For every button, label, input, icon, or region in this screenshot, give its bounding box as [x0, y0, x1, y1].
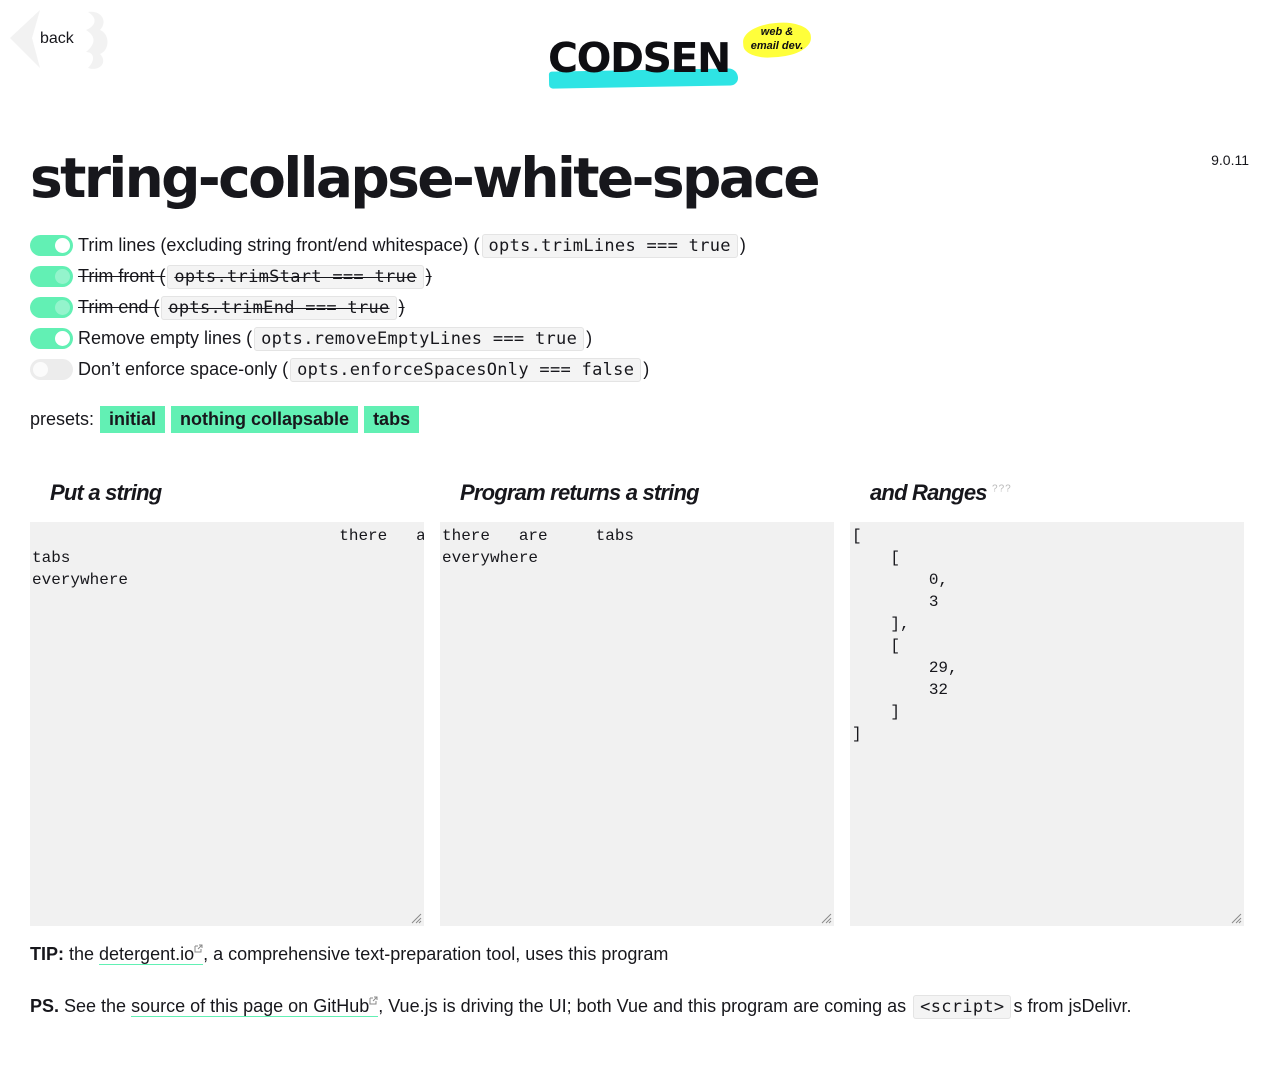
ps-text-post: s from jsDelivr. [1013, 996, 1132, 1016]
option-code: opts.removeEmptyLines === true [254, 326, 585, 351]
ranges-value: [ [ 0, 3 ], [ 29, 32 ] ] [852, 527, 958, 743]
toggle-knob [33, 362, 48, 377]
option-trim-lines: Trim lines (excluding string front/end w… [30, 230, 746, 261]
option-suffix: ) [398, 297, 405, 317]
option-label: Don’t enforce space-only ( [78, 359, 289, 379]
option-trim-end: Trim end (opts.trimEnd === true) [30, 292, 746, 323]
external-link-icon [194, 944, 203, 953]
resize-handle-icon[interactable] [821, 913, 832, 924]
ps-paragraph: PS. See the source of this page on GitHu… [30, 995, 1132, 1019]
script-code: <script> [913, 995, 1012, 1019]
input-column-title: Put a string [50, 480, 162, 505]
ranges-textarea[interactable]: [ [ 0, 3 ], [ 29, 32 ] ] [850, 522, 1244, 926]
page-title: string-collapse-white-space [30, 146, 821, 210]
option-enforce-spaces-only: Don’t enforce space-only (opts.enforceSp… [30, 354, 746, 385]
option-label: Trim front ( [78, 266, 166, 286]
input-textarea[interactable]: there are tabs everywhere [30, 522, 424, 926]
option-suffix: ) [643, 359, 650, 379]
github-source-link[interactable]: source of this page on GitHub [131, 996, 379, 1017]
logo-badge-text: web & email dev. [743, 25, 811, 53]
output-textarea[interactable]: there are tabs everywhere [440, 522, 834, 926]
logo-badge-line2: email dev. [750, 40, 804, 52]
preset-tabs-button[interactable]: tabs [364, 406, 420, 433]
enforce-spaces-only-toggle[interactable] [30, 359, 73, 380]
option-suffix: ) [425, 266, 432, 286]
output-column-title: Program returns a string [460, 480, 700, 505]
logo-badge-line1: web & [760, 26, 794, 38]
option-label: Trim lines (excluding string front/end w… [78, 235, 480, 255]
external-link-icon [369, 996, 378, 1005]
option-code: opts.trimStart === true [167, 265, 424, 289]
tip-paragraph: TIP: the detergent.io , a comprehensive t… [30, 944, 668, 965]
option-suffix: ) [739, 235, 746, 255]
ps-text-mid: , Vue.js is driving the UI; both Vue and… [378, 996, 912, 1016]
resize-handle-icon[interactable] [411, 913, 422, 924]
toggle-knob [55, 331, 70, 346]
option-label: Remove empty lines ( [78, 328, 253, 348]
option-code: opts.trimLines === true [481, 233, 738, 258]
option-text: Trim end (opts.trimEnd === true) [78, 296, 405, 320]
toggle-knob [55, 300, 70, 315]
option-trim-front: Trim front (opts.trimStart === true) [30, 261, 746, 292]
options-list: Trim lines (excluding string front/end w… [30, 230, 746, 385]
presets: presets: initial nothing collapsable tab… [30, 406, 420, 433]
output-value: there are tabs everywhere [442, 527, 635, 567]
remove-empty-lines-toggle[interactable] [30, 328, 73, 349]
toggle-knob [55, 269, 70, 284]
toggle-knob [55, 238, 70, 253]
tip-text-pre: the [64, 944, 100, 964]
detergent-link[interactable]: detergent.io [99, 944, 204, 965]
preset-nothing-collapsable-button[interactable]: nothing collapsable [171, 406, 359, 433]
option-code: opts.trimEnd === true [161, 296, 397, 320]
ranges-column-title: and Ranges ??? [870, 480, 1012, 506]
option-remove-empty-lines: Remove empty lines (opts.removeEmptyLine… [30, 323, 746, 354]
option-suffix: ) [586, 328, 593, 348]
trim-lines-toggle[interactable] [30, 235, 73, 256]
tip-label: TIP: [30, 944, 64, 964]
ps-text-pre: See the [59, 996, 132, 1016]
option-code: opts.enforceSpacesOnly === false [290, 357, 642, 382]
back-button[interactable]: back [10, 8, 110, 72]
tip-text-post: , a comprehensive text-preparation tool,… [203, 944, 669, 964]
back-label: back [40, 30, 74, 47]
codsen-logo[interactable]: CODSEN web & email dev. [548, 20, 818, 92]
option-text: Trim front (opts.trimStart === true) [78, 265, 432, 289]
trim-end-toggle[interactable] [30, 297, 73, 318]
detergent-link-text: detergent.io [99, 944, 195, 964]
logo-text: CODSEN [548, 34, 731, 82]
resize-handle-icon[interactable] [1231, 913, 1242, 924]
input-value: there are tabs everywhere [32, 527, 424, 589]
preset-initial-button[interactable]: initial [100, 406, 166, 433]
ps-label: PS. [30, 996, 60, 1016]
trim-front-toggle[interactable] [30, 266, 73, 287]
ranges-title-text: and Ranges [870, 480, 988, 505]
version-number: 9.0.11 [1211, 152, 1249, 168]
ranges-help-link[interactable]: ??? [992, 484, 1012, 495]
presets-label: presets: [30, 409, 95, 429]
option-label: Trim end ( [78, 297, 160, 317]
github-link-text: source of this page on GitHub [131, 996, 370, 1016]
